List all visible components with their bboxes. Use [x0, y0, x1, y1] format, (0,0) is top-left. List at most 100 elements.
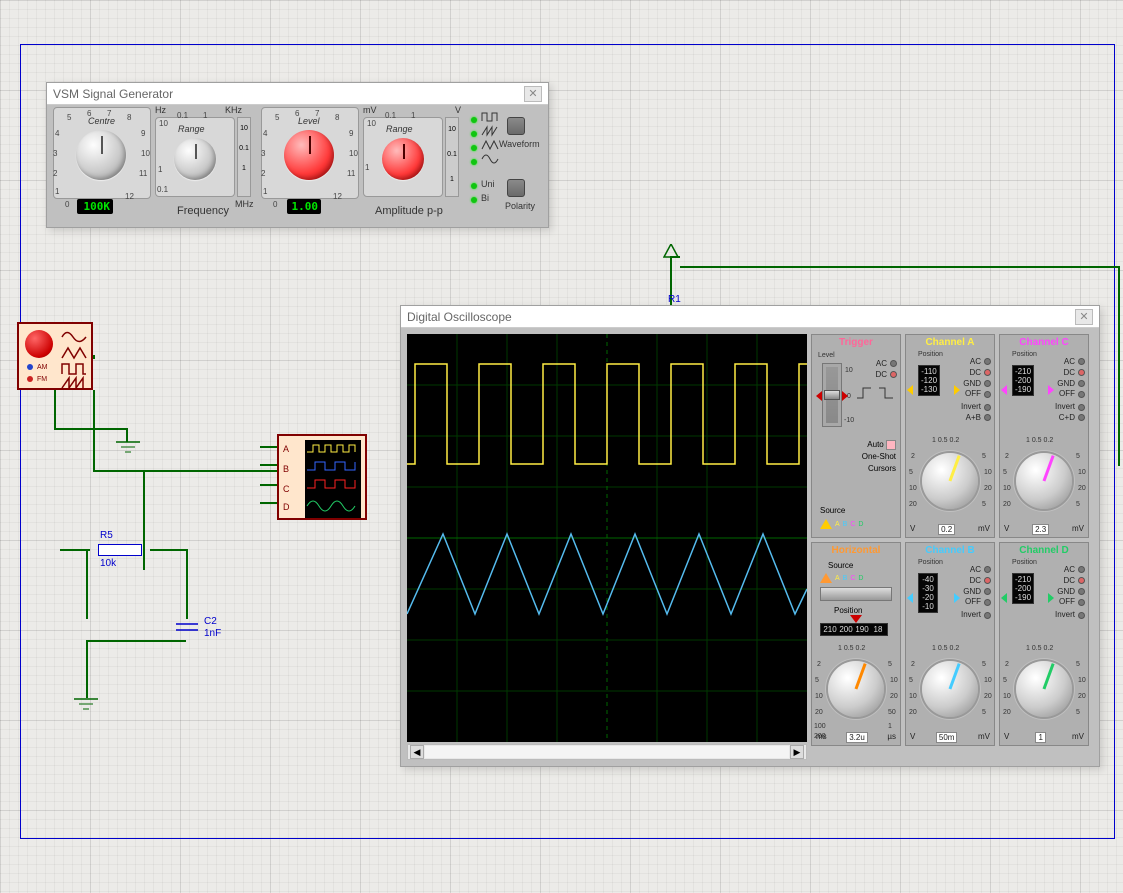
tick: 4	[55, 129, 59, 138]
auto-toggle[interactable]	[886, 440, 896, 450]
rising-edge-icon[interactable]	[855, 385, 875, 401]
off-option[interactable]	[984, 599, 991, 606]
signal-generator-component[interactable]: AM FM	[17, 322, 93, 390]
oscilloscope-component[interactable]: A B C D	[277, 434, 367, 520]
dc-option[interactable]	[1078, 369, 1085, 376]
trigger-source-strip[interactable]: A B C D	[820, 519, 863, 529]
timebase-value[interactable]: 3.2u	[846, 732, 868, 743]
scroll-left-button[interactable]: ◀	[410, 745, 424, 759]
channel-a-title: Channel A	[908, 337, 992, 348]
scroll-right-button[interactable]: ▶	[790, 745, 804, 759]
invert-option[interactable]	[1078, 612, 1085, 619]
ac-option[interactable]	[984, 358, 991, 365]
dc-option[interactable]	[984, 577, 991, 584]
value[interactable]: 2.3	[1032, 524, 1049, 535]
tick: 20	[1003, 709, 1011, 716]
window-title: VSM Signal Generator	[53, 87, 173, 101]
invert-option[interactable]	[984, 404, 991, 411]
value[interactable]: 0.2	[938, 524, 955, 535]
signal-generator-window[interactable]: VSM Signal Generator ✕ Centre 1 2 3 4 5 …	[46, 82, 549, 228]
src-d[interactable]: D	[858, 521, 863, 528]
invert-option[interactable]	[1078, 404, 1085, 411]
position-spinner[interactable]: -210 -200 -190	[1012, 573, 1034, 604]
oscilloscope-display[interactable]	[407, 334, 807, 742]
gnd-option[interactable]	[984, 380, 991, 387]
voltsdiv-dial[interactable]	[1016, 661, 1072, 717]
invert-option[interactable]	[984, 612, 991, 619]
channel-b-panel: Channel B Position -40 -30 -20 -10 AC DC…	[905, 542, 995, 746]
src-b[interactable]: B	[843, 521, 848, 528]
voltsdiv-dial[interactable]	[1016, 453, 1072, 509]
window-titlebar[interactable]: Digital Oscilloscope ✕	[401, 306, 1099, 328]
src-c[interactable]: C	[850, 575, 855, 582]
off-option[interactable]	[984, 391, 991, 398]
src-b[interactable]: B	[843, 575, 848, 582]
cplusd-option[interactable]	[1078, 414, 1085, 421]
gnd-label: GND	[1057, 587, 1075, 596]
unit-left: ms	[816, 732, 827, 743]
src-d[interactable]: D	[858, 575, 863, 582]
off-option[interactable]	[1078, 599, 1085, 606]
dc-option[interactable]	[1078, 577, 1085, 584]
waveform-button[interactable]	[507, 117, 525, 135]
am-label: AM	[37, 364, 48, 371]
gnd-option[interactable]	[984, 588, 991, 595]
position-spinner[interactable]: -40 -30 -20 -10	[918, 573, 938, 613]
value[interactable]: 1	[1035, 732, 1045, 743]
close-button[interactable]: ✕	[1075, 309, 1093, 325]
resistor-r5[interactable]	[90, 542, 150, 558]
ground-icon	[116, 441, 140, 455]
tick: 20	[1003, 501, 1011, 508]
voltsdiv-dial[interactable]	[922, 453, 978, 509]
amp-section-label: Amplitude p-p	[375, 205, 443, 217]
wire	[143, 470, 277, 472]
pos-val: 190	[855, 625, 869, 634]
position-spinner[interactable]: 210 200 190 18	[820, 623, 888, 636]
tick: 11	[347, 169, 355, 178]
off-option[interactable]	[1078, 391, 1085, 398]
src-a[interactable]: A	[835, 521, 840, 528]
src-a[interactable]: A	[835, 575, 840, 582]
aplusb-option[interactable]	[984, 414, 991, 421]
marker-right-icon	[1048, 593, 1054, 603]
ac-option[interactable]	[984, 566, 991, 573]
port-c-label: C	[283, 484, 290, 494]
tick: 20	[1078, 693, 1086, 700]
tick: 8	[127, 113, 131, 122]
value[interactable]: 50m	[936, 732, 958, 743]
polarity-button[interactable]	[507, 179, 525, 197]
position-label: Position	[918, 559, 943, 566]
tick: 0.1	[446, 149, 458, 160]
oscilloscope-window[interactable]: Digital Oscilloscope ✕	[400, 305, 1100, 767]
position-spinner[interactable]: -110 -120 -130	[918, 365, 940, 396]
scroll-track[interactable]	[425, 746, 789, 758]
ac-option[interactable]	[1078, 566, 1085, 573]
fm-label: FM	[37, 376, 47, 383]
gnd-option[interactable]	[1078, 588, 1085, 595]
tick: 1	[446, 174, 458, 185]
ac-option[interactable]	[890, 360, 897, 367]
pos-val: -120	[921, 376, 937, 385]
ac-option[interactable]	[1078, 358, 1085, 365]
timebase-dial[interactable]	[828, 661, 884, 717]
horizontal-source-slider[interactable]	[820, 587, 892, 601]
centre-knob[interactable]	[76, 130, 126, 180]
level-knob[interactable]	[284, 130, 334, 180]
wire	[1118, 266, 1120, 466]
amp-range-knob[interactable]	[382, 138, 424, 180]
gnd-option[interactable]	[1078, 380, 1085, 387]
dc-option[interactable]	[984, 369, 991, 376]
close-button[interactable]: ✕	[524, 86, 542, 102]
freq-range-knob[interactable]	[174, 138, 216, 180]
window-titlebar[interactable]: VSM Signal Generator ✕	[47, 83, 548, 105]
tick: 9	[141, 129, 145, 138]
wire	[150, 549, 186, 551]
position-spinner[interactable]: -210 -200 -190	[1012, 365, 1034, 396]
level-slider[interactable]	[822, 363, 842, 427]
falling-edge-icon[interactable]	[877, 385, 897, 401]
src-c[interactable]: C	[850, 521, 855, 528]
horizontal-scrollbar[interactable]: ◀ ▶	[407, 744, 807, 760]
voltsdiv-dial[interactable]	[922, 661, 978, 717]
dc-option[interactable]	[890, 371, 897, 378]
horizontal-source-strip[interactable]: A B C D	[820, 573, 863, 583]
